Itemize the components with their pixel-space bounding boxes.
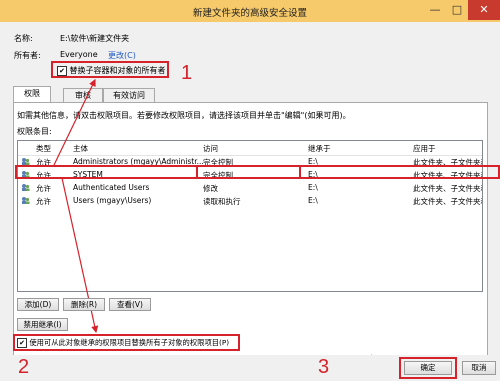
view-button[interactable]: 查看(V) bbox=[109, 298, 151, 311]
cancel-button[interactable]: 取消 bbox=[462, 361, 496, 375]
annotation-number-2: 2 bbox=[18, 356, 30, 378]
add-button[interactable]: 添加(D) bbox=[17, 298, 59, 311]
annotation-number-3: 3 bbox=[318, 356, 330, 378]
ok-button[interactable]: 确定 bbox=[404, 361, 452, 375]
replace-child-perms-label: 使用可从此对象继承的权限项目替换所有子对象的权限项目(P) bbox=[29, 338, 230, 347]
annotation-arrows bbox=[53, 78, 385, 380]
disable-inheritance-button[interactable]: 禁用继承(I) bbox=[17, 318, 68, 331]
checkbox-check-icon: ✔ bbox=[17, 338, 27, 348]
remove-button[interactable]: 删除(R) bbox=[63, 298, 105, 311]
replace-child-perms-checkbox[interactable]: ✔ 使用可从此对象继承的权限项目替换所有子对象的权限项目(P) bbox=[17, 338, 229, 348]
